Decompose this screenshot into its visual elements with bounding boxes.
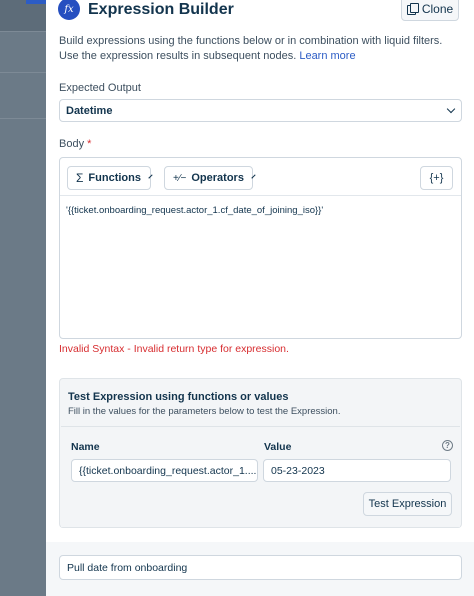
expression-code[interactable]: '{{ticket.onboarding_request.actor_1.cf_… <box>66 205 323 216</box>
panel-header: fx Expression Builder Clone <box>46 0 474 30</box>
expression-builder-panel: fx Expression Builder Clone Build expres… <box>46 0 474 596</box>
error-message: Invalid Syntax - Invalid return type for… <box>59 343 289 355</box>
background-tab-indicator <box>26 0 46 4</box>
expected-output-label: Expected Output <box>59 82 141 94</box>
background-divider <box>0 118 46 119</box>
operators-button[interactable]: +∕− Operators <box>164 166 256 190</box>
panel-footer: Pull date from onboarding <box>46 542 474 596</box>
test-parameters: Name Value ? {{ticket.onboarding_request… <box>61 426 460 527</box>
body-label-text: Body <box>59 138 85 150</box>
body-label: Body * <box>59 138 91 150</box>
name-column-header: Name <box>71 441 100 453</box>
functions-label: Functions <box>88 172 141 184</box>
description: Build expressions using the functions be… <box>59 34 464 64</box>
expected-output-select[interactable]: Datetime <box>59 99 462 122</box>
learn-more-link[interactable]: Learn more <box>299 50 355 62</box>
required-marker: * <box>87 138 92 150</box>
functions-button[interactable]: Σ Functions <box>67 166 153 190</box>
test-subtitle: Fill in the values for the parameters be… <box>68 406 341 417</box>
panel-title: Expression Builder <box>88 1 234 18</box>
plus-minus-icon: +∕− <box>173 172 187 184</box>
chevron-down-icon <box>446 104 456 114</box>
copy-icon <box>406 3 419 15</box>
test-expression-button[interactable]: Test Expression <box>363 492 452 516</box>
value-column-header: Value <box>264 441 292 453</box>
description-text: Build expressions using the functions be… <box>59 35 443 62</box>
expression-editor[interactable]: Σ Functions +∕− Operators {+} '{{ticket.… <box>59 157 462 339</box>
help-icon[interactable]: ? <box>442 440 453 451</box>
expression-name-input[interactable]: Pull date from onboarding <box>59 555 462 580</box>
expected-output-value: Datetime <box>66 104 113 117</box>
operators-label: Operators <box>191 172 244 184</box>
insert-placeholder-button[interactable]: {+} <box>420 166 453 190</box>
background-divider <box>0 72 46 73</box>
sigma-icon: Σ <box>76 171 84 185</box>
test-expression-section: Test Expression using functions or value… <box>59 378 462 528</box>
editor-toolbar: Σ Functions +∕− Operators {+} <box>60 158 461 196</box>
parameter-name-field[interactable]: {{ticket.onboarding_request.actor_1.... <box>71 459 258 482</box>
background-overlay <box>0 0 46 596</box>
clone-button[interactable]: Clone <box>401 0 459 21</box>
background-header <box>0 0 46 32</box>
chevron-down-icon <box>148 174 153 179</box>
parameter-value-field[interactable]: 05-23-2023 <box>263 459 451 482</box>
chevron-down-icon <box>251 174 256 179</box>
clone-button-label: Clone <box>421 1 454 16</box>
test-title: Test Expression using functions or value… <box>68 391 289 403</box>
fx-icon: fx <box>58 0 80 20</box>
